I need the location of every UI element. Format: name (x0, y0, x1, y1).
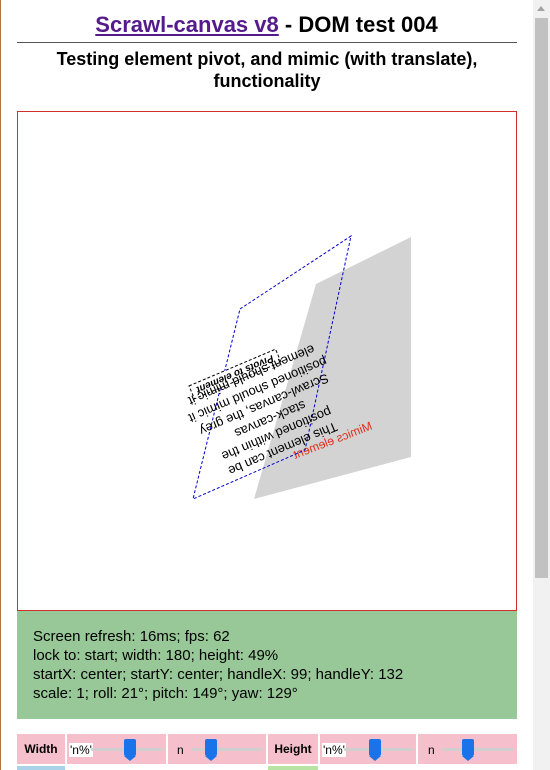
title-suffix: - DOM test 004 (278, 12, 438, 37)
width-percent-control: 'n%' (67, 734, 166, 764)
controls-row: Width 'n%' n Height 'n%' n (17, 734, 517, 764)
height-absolute-track[interactable] (442, 748, 514, 751)
status-refresh: Screen refresh: 16ms; fps: 62 (33, 628, 230, 645)
page-title: Scrawl-canvas v8 - DOM test 004 (0, 12, 533, 38)
swatch-blue (17, 766, 65, 770)
height-percent-slider-thumb[interactable] (369, 739, 381, 761)
height-percent-control: 'n%' (320, 734, 416, 764)
status-lock: lock to: start; width: 180; height: 49% (33, 647, 279, 664)
canvas-scene: Mimics element Pivots to element This el… (186, 234, 411, 500)
title-divider (17, 42, 517, 43)
subtitle-line-2: functionality (213, 71, 321, 91)
width-percent-unit: 'n%' (69, 743, 93, 757)
height-absolute-slider-thumb[interactable] (462, 739, 474, 761)
title-link[interactable]: Scrawl-canvas v8 (95, 12, 278, 37)
width-absolute-slider-thumb[interactable] (205, 739, 217, 761)
subtitle-line-1: Testing element pivot, and mimic (with t… (56, 49, 478, 69)
page-edge (0, 0, 1, 770)
stack-canvas[interactable]: Mimics element Pivots to element This el… (17, 111, 517, 611)
height-absolute-unit: n (428, 743, 435, 757)
width-absolute-unit: n (177, 743, 184, 757)
scrollbar-thumb[interactable] (535, 18, 548, 578)
vertical-scrollbar[interactable] (533, 0, 550, 770)
height-label: Height (268, 734, 318, 764)
width-label: Width (17, 734, 65, 764)
height-absolute-control: n (418, 734, 517, 764)
status-panel: Screen refresh: 16ms; fps: 62 lock to: s… (17, 611, 517, 719)
status-start: startX: center; startY: center; handleX:… (33, 666, 404, 683)
page-subtitle: Testing element pivot, and mimic (with t… (17, 48, 517, 92)
width-absolute-control: n (168, 734, 266, 764)
swatch-green (268, 766, 318, 770)
width-percent-slider-thumb[interactable] (124, 739, 136, 761)
height-percent-unit: 'n%' (322, 743, 346, 757)
scroll-up-arrow-icon[interactable] (533, 0, 550, 17)
width-absolute-track[interactable] (192, 748, 262, 751)
status-transform: scale: 1; roll: 21°; pitch: 149°; yaw: 1… (33, 685, 298, 702)
